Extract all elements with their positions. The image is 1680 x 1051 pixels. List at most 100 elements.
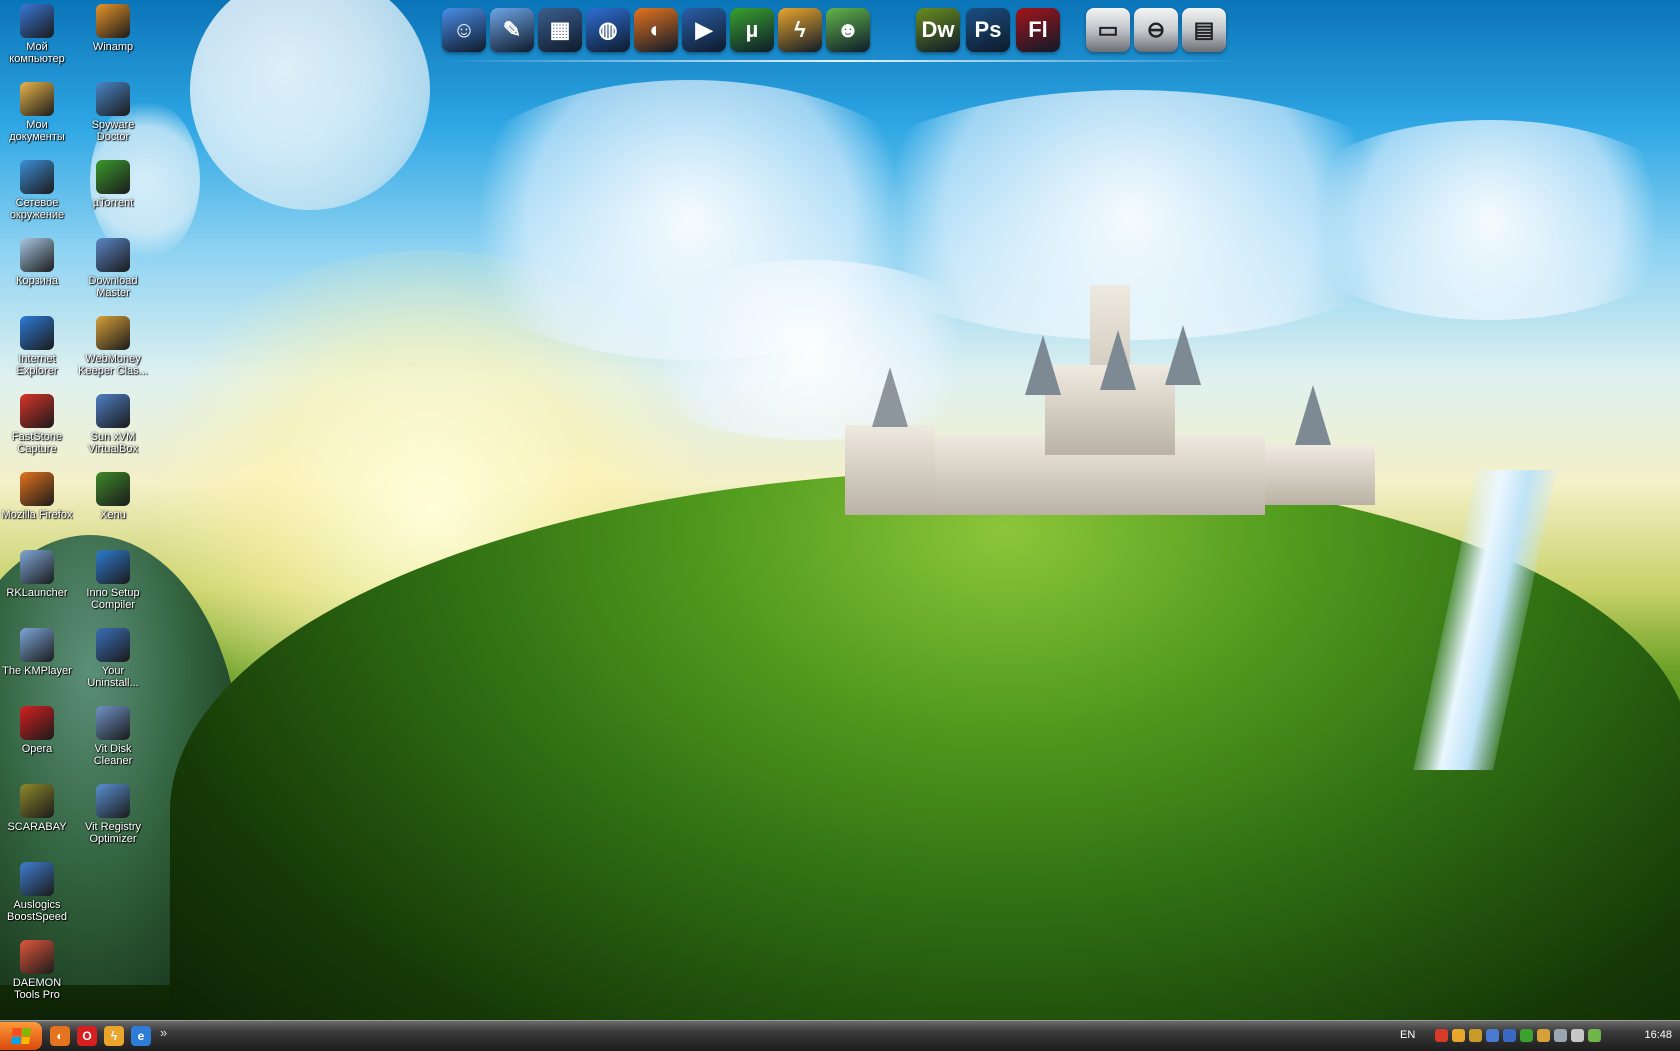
desktop-icon-virtualbox[interactable]: Sun xVM VirtualBox xyxy=(75,392,151,455)
tray-network-icon[interactable] xyxy=(1486,1029,1499,1042)
ie-quicklaunch-icon[interactable]: e xyxy=(131,1026,151,1046)
desktop-icon-label: Мой компьютер xyxy=(9,41,65,65)
desktop-icon-label: Download Master xyxy=(88,275,138,299)
your-uninstaller-icon xyxy=(96,628,130,662)
tray-antivirus-icon[interactable] xyxy=(1469,1029,1482,1042)
desktop-icon-label: Mozilla Firefox xyxy=(1,509,73,521)
desktop-icon-label: Сетевое окружение xyxy=(9,197,65,221)
desktop-icon-label: Opera xyxy=(21,743,53,755)
faststone-capture-icon xyxy=(20,394,54,428)
desktop-icon-label: Auslogics BoostSpeed xyxy=(7,899,67,923)
scarabay-icon xyxy=(20,784,54,818)
desktop-icon-label: FastStone Capture xyxy=(11,431,63,455)
safari-icon[interactable]: ✎ xyxy=(490,8,534,52)
wallpaper-moon xyxy=(190,0,430,210)
desktop-icon-rklauncher[interactable]: RKLauncher xyxy=(0,548,75,599)
desktop-icon-scarabay[interactable]: SCARABAY xyxy=(0,782,75,833)
my-computer-icon xyxy=(20,4,54,38)
tray-display-icon[interactable] xyxy=(1503,1029,1516,1042)
desktop-icon-your-uninstaller[interactable]: Your Uninstall... xyxy=(75,626,151,689)
tray-volume-icon[interactable] xyxy=(1571,1029,1584,1042)
desktop-wallpaper xyxy=(0,0,1680,1050)
desktop-icon-my-computer[interactable]: Мой компьютер xyxy=(0,2,75,65)
tray-safe-remove-icon[interactable] xyxy=(1588,1029,1601,1042)
desktop-icon-vit-disk-cleaner[interactable]: Vit Disk Cleaner xyxy=(75,704,151,767)
recycle-bin-icon xyxy=(20,238,54,272)
desktop-icon-spyware-doctor[interactable]: Spyware Doctor xyxy=(75,80,151,143)
quick-launch-more-button[interactable]: » xyxy=(160,1025,167,1040)
opera-icon xyxy=(20,706,54,740)
system-clock[interactable]: 16:48 xyxy=(1644,1029,1672,1041)
wallpaper-castle xyxy=(845,285,1405,515)
desktop-icon-winamp[interactable]: Winamp xyxy=(75,2,151,53)
winamp-icon xyxy=(96,4,130,38)
vit-registry-icon xyxy=(96,784,130,818)
language-indicator[interactable]: EN xyxy=(1400,1029,1415,1041)
desktop-icon-label: Xenu xyxy=(100,509,126,521)
desktop-icon-recycle-bin[interactable]: Корзина xyxy=(0,236,75,287)
desktop-icon-download-master[interactable]: Download Master xyxy=(75,236,151,299)
rklauncher-icon xyxy=(20,550,54,584)
utorrent-icon xyxy=(96,160,130,194)
network-icon xyxy=(20,160,54,194)
desktop-icon-internet-explorer[interactable]: Internet Explorer xyxy=(0,314,75,377)
desktop-icon-firefox[interactable]: Mozilla Firefox xyxy=(0,470,75,521)
auslogics-icon xyxy=(20,862,54,896)
vit-disk-cleaner-icon xyxy=(96,706,130,740)
internet-explorer-icon xyxy=(20,316,54,350)
desktop-icon-label: The KMPlayer xyxy=(2,665,72,677)
desktop-icon-label: Inno Setup Compiler xyxy=(86,587,140,611)
desktop-icon-label: µTorrent xyxy=(92,197,134,209)
desktop-icon-kmplayer[interactable]: The KMPlayer xyxy=(0,626,75,677)
desktop-icon-label: Internet Explorer xyxy=(16,353,58,377)
firefox-dock-icon[interactable]: ◐ xyxy=(634,8,678,52)
messenger-icon[interactable]: ☻ xyxy=(826,8,870,52)
desktop-icon-inno-setup[interactable]: Inno Setup Compiler xyxy=(75,548,151,611)
daemon-quicklaunch-icon[interactable]: ϟ xyxy=(104,1026,124,1046)
desktop-icon-daemon-tools[interactable]: DAEMON Tools Pro xyxy=(0,938,75,1001)
desktop-icon-label: Vit Registry Optimizer xyxy=(84,821,142,845)
photoshop-icon[interactable]: Ps xyxy=(966,8,1010,52)
start-button[interactable] xyxy=(0,1022,42,1050)
opera-quicklaunch-icon[interactable]: O xyxy=(77,1026,97,1046)
hard-drive-icon[interactable]: ▭ xyxy=(1086,8,1130,52)
my-documents-icon xyxy=(20,82,54,116)
desktop-icon-label: Vit Disk Cleaner xyxy=(93,743,133,767)
desktop-icon-auslogics[interactable]: Auslogics BoostSpeed xyxy=(0,860,75,923)
desktop-icon-xenu[interactable]: Xenu xyxy=(75,470,151,521)
tray-webmoney-icon[interactable] xyxy=(1537,1029,1550,1042)
dashboard-icon[interactable]: ▦ xyxy=(538,8,582,52)
system-tray: EN 16:48 xyxy=(1390,1021,1680,1051)
dock-bar: ☺ ✎ ▦ ◍ ◐ ▶ µ ϟ ☻ Dw Ps Fl ▭ ⊖ ▤ xyxy=(442,2,1244,64)
desktop-icon-webmoney[interactable]: WebMoney Keeper Clas... xyxy=(75,314,151,377)
daemon-tools-icon xyxy=(20,940,54,974)
desktop-icon-label: SCARABAY xyxy=(7,821,67,833)
tray-arrow-icon[interactable] xyxy=(1435,1029,1448,1042)
network-globe-icon[interactable]: ◍ xyxy=(586,8,630,52)
inno-setup-icon xyxy=(96,550,130,584)
firefox-quicklaunch-icon[interactable]: ◐ xyxy=(50,1026,70,1046)
dock-shelf xyxy=(442,60,1244,62)
utorrent-dock-icon[interactable]: µ xyxy=(730,8,774,52)
flash-icon[interactable]: Fl xyxy=(1016,8,1060,52)
desktop-icon-my-documents[interactable]: Мои документы xyxy=(0,80,75,143)
dreamweaver-icon[interactable]: Dw xyxy=(916,8,960,52)
desktop-icon-vit-registry[interactable]: Vit Registry Optimizer xyxy=(75,782,151,845)
tray-keyboard-icon[interactable] xyxy=(1554,1029,1567,1042)
kmplayer-icon xyxy=(20,628,54,662)
printer-icon[interactable]: ▤ xyxy=(1182,8,1226,52)
desktop-icon-utorrent[interactable]: µTorrent xyxy=(75,158,151,209)
desktop-icon-faststone-capture[interactable]: FastStone Capture xyxy=(0,392,75,455)
desktop-icon-opera[interactable]: Opera xyxy=(0,704,75,755)
desktop-icon-label: WebMoney Keeper Clas... xyxy=(78,353,148,377)
webmoney-icon xyxy=(96,316,130,350)
desktop-icon-label: Корзина xyxy=(16,275,58,287)
desktop-icon-network[interactable]: Сетевое окружение xyxy=(0,158,75,221)
tray-daemon-icon[interactable] xyxy=(1452,1029,1465,1042)
tray-utorrent-icon[interactable] xyxy=(1520,1029,1533,1042)
daemon-dock-icon[interactable]: ϟ xyxy=(778,8,822,52)
xenu-icon xyxy=(96,472,130,506)
eject-drive-icon[interactable]: ⊖ xyxy=(1134,8,1178,52)
finder-icon[interactable]: ☺ xyxy=(442,8,486,52)
media-player-icon[interactable]: ▶ xyxy=(682,8,726,52)
